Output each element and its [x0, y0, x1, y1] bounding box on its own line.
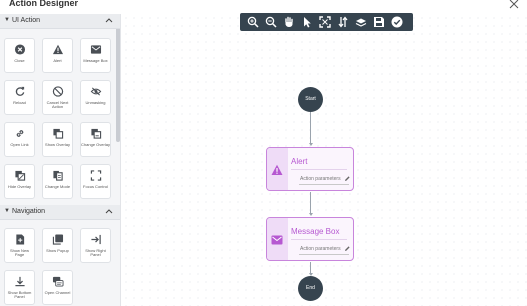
- tile-label: Open Channel: [44, 290, 71, 295]
- action-tile-show-right-panel[interactable]: Show Right Panel: [80, 228, 111, 263]
- fit-screen-icon[interactable]: [319, 16, 331, 28]
- message-box-icon: [271, 235, 283, 245]
- action-tile-cancel-next-action[interactable]: Cancel Next Action: [42, 80, 73, 115]
- pan-hand-icon[interactable]: [283, 16, 295, 28]
- reload-icon: [15, 86, 24, 96]
- focus-icon: [90, 170, 101, 181]
- zoom-out-icon[interactable]: [265, 16, 277, 28]
- action-tile-show-bottom-panel[interactable]: Show Bottom Panel: [4, 270, 35, 305]
- end-node[interactable]: End: [298, 276, 323, 301]
- action-tile-show-new-page[interactable]: Show New Page: [4, 228, 35, 263]
- channel-icon: [52, 276, 63, 287]
- start-node[interactable]: Start: [298, 87, 323, 112]
- node-title: Message Box: [291, 227, 340, 236]
- params-underline: [299, 184, 349, 185]
- save-icon[interactable]: [373, 16, 385, 28]
- tile-label: Show Right Panel: [85, 248, 106, 258]
- action-tile-change-overlay[interactable]: Change Overlay: [80, 122, 111, 157]
- change-overlay-icon: [90, 128, 101, 139]
- tile-label: Focus Control: [83, 184, 108, 189]
- hide-overlay-icon: [14, 170, 25, 181]
- section-title: Navigation: [12, 208, 46, 215]
- chevron-up-icon[interactable]: [105, 16, 113, 24]
- node-params-label: Action parameters: [300, 176, 341, 182]
- close-circle-icon: [14, 44, 25, 55]
- action-tile-reload[interactable]: Reload: [4, 80, 35, 115]
- tile-label: Unmasking: [85, 100, 106, 105]
- node-divider: [291, 239, 347, 240]
- new-page-icon: [15, 234, 24, 245]
- window-title: Action Designer: [9, 0, 79, 8]
- connector-line: [310, 112, 311, 144]
- section-header-ui-action[interactable]: ▼ UI Action: [0, 14, 120, 29]
- overlay-icon: [52, 128, 63, 139]
- sort-icon[interactable]: [337, 16, 349, 28]
- warning-icon: [271, 164, 283, 175]
- node-title: Alert: [291, 157, 308, 166]
- node-params-label: Action parameters: [300, 246, 341, 252]
- connector-line: [310, 192, 311, 214]
- tile-label: Show New Page: [9, 248, 30, 258]
- check-circle-icon[interactable]: [391, 16, 403, 28]
- popup-icon: [52, 234, 63, 245]
- connector-arrow: [308, 143, 313, 146]
- cancel-icon: [52, 86, 63, 97]
- tile-label: Hide Overlay: [7, 184, 32, 189]
- caret-down-icon: ▼: [4, 208, 10, 214]
- layers-icon[interactable]: [355, 16, 367, 28]
- bottom-panel-icon: [14, 276, 25, 287]
- message-box-icon: [90, 45, 101, 54]
- link-icon: [16, 130, 23, 137]
- action-tile-hide-overlay[interactable]: Hide Overlay: [4, 164, 35, 199]
- connector-arrow: [308, 213, 313, 216]
- tile-label: Open Link: [10, 142, 29, 147]
- tile-label: Cancel Next Action: [46, 100, 69, 110]
- section-header-navigation[interactable]: ▼ Navigation: [0, 205, 120, 220]
- action-tile-show-overlay[interactable]: Show Overlay: [42, 122, 73, 157]
- edit-pencil-icon[interactable]: [344, 175, 350, 182]
- flow-node-alert[interactable]: Alert Action parameters: [266, 147, 354, 191]
- change-mode-icon: [52, 170, 63, 181]
- tile-label: Alert: [53, 58, 62, 63]
- edit-pencil-icon[interactable]: [344, 245, 350, 252]
- close-icon[interactable]: [509, 0, 519, 9]
- action-tile-close[interactable]: Close: [4, 38, 35, 73]
- pointer-icon[interactable]: [301, 16, 313, 28]
- eye-off-icon: [90, 87, 101, 96]
- caret-down-icon: ▼: [4, 17, 10, 23]
- params-underline: [299, 254, 349, 255]
- action-tile-open-link[interactable]: Open Link: [4, 122, 35, 157]
- action-tile-focus-control[interactable]: Focus Control: [80, 164, 111, 199]
- action-tile-message-box[interactable]: Message Box: [80, 38, 111, 73]
- action-palette: ▼ UI Action Close Alert Message Box Relo…: [0, 14, 121, 306]
- canvas-toolbar: [240, 13, 413, 31]
- right-panel-icon: [90, 234, 101, 245]
- section-title: UI Action: [12, 17, 41, 24]
- chevron-up-icon[interactable]: [105, 207, 113, 215]
- node-divider: [291, 169, 347, 170]
- action-tile-alert[interactable]: Alert: [42, 38, 73, 73]
- action-tile-change-mode[interactable]: Change Mode: [42, 164, 73, 199]
- title-bar: Action Designer: [0, 0, 527, 12]
- warning-icon: [52, 44, 63, 55]
- action-designer-window: Action Designer ▼ UI Action Close Alert …: [0, 0, 527, 306]
- flow-node-message-box[interactable]: Message Box Action parameters: [266, 217, 354, 261]
- tile-label: Change Mode: [44, 184, 71, 189]
- action-tile-show-popup[interactable]: Show Popup: [42, 228, 73, 263]
- tile-label: Show Overlay: [45, 142, 70, 147]
- tile-label: Reload: [13, 100, 26, 105]
- tile-label: Change Overlay: [81, 142, 110, 147]
- palette-scrollbar[interactable]: [116, 14, 120, 142]
- tile-label: Show Bottom Panel: [7, 290, 32, 300]
- tile-label: Show Popup: [46, 248, 69, 253]
- tile-label: Close: [14, 58, 25, 63]
- zoom-in-icon[interactable]: [247, 16, 259, 28]
- tile-label: Message Box: [83, 58, 108, 63]
- action-tile-open-channel[interactable]: Open Channel: [42, 270, 73, 305]
- action-tile-unmasking[interactable]: Unmasking: [80, 80, 111, 115]
